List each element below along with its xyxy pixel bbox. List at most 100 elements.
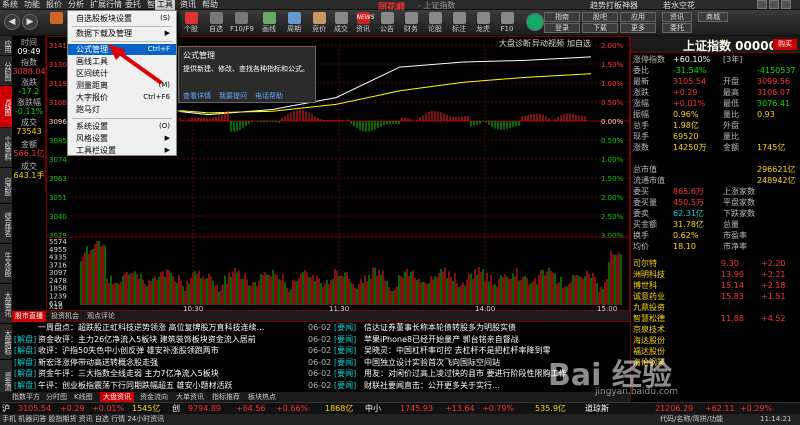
news-text: 中国独立设计实验首次飞向国际空间站	[364, 357, 500, 368]
news-row[interactable]: [解盘] 资金收评：主力26亿净流入5板块 建筑装饰板块资金流入居前 06-02 [要…	[12, 334, 630, 345]
diagnose-link[interactable]: 大盘诊断	[499, 38, 531, 49]
rbtn-3[interactable]: 登录	[544, 23, 580, 33]
tooltip-link-ask[interactable]: 我要提问	[219, 91, 247, 101]
smart-icon[interactable]	[526, 13, 544, 31]
toolbar-finance[interactable]: 财务	[400, 12, 422, 34]
sidebar-tab-active[interactable]: K线图	[0, 86, 12, 128]
menu-news[interactable]: 资讯	[180, 0, 196, 10]
toolbar-forum[interactable]: 论股	[424, 12, 446, 34]
buy-button[interactable]: 购买	[773, 39, 797, 50]
news-row[interactable]: 一周盘点：超跌股正虹科技逆势领涨 高位复牌股万直科技连续… 06-02 [要闻] 信达…	[12, 322, 630, 333]
news-row[interactable]: [解盘] 午评：创业板指震荡下行同期跌幅超五 雄安小题材活跃 06-02 [要闻] 财联…	[12, 380, 630, 391]
info-tab-live[interactable]: 股市直播	[12, 311, 46, 322]
menu-extended[interactable]: 扩展行情	[90, 0, 122, 10]
stock-row[interactable]: 博世科 15.14 +2.18	[631, 280, 800, 291]
btab[interactable]: 资金流向	[140, 392, 168, 402]
sidebar-tab[interactable]: 牛叉诊股	[0, 244, 12, 284]
menu-function[interactable]: 功能	[24, 0, 40, 10]
rbtn-8[interactable]: 商城	[698, 12, 728, 22]
toolbar-period[interactable]: 周期	[283, 12, 305, 34]
pct-value: -0.11%	[12, 107, 46, 116]
stock-row[interactable]: 京泉技术	[631, 324, 800, 335]
stock-row[interactable]: 智慧松德 11.88 +4.52	[631, 313, 800, 324]
menu-system[interactable]: 系统	[2, 0, 18, 10]
stock-row[interactable]: 诚意药业 15.83 +1.51	[631, 291, 800, 302]
info-tab-opinion[interactable]: 观点评论	[84, 311, 118, 322]
back-icon[interactable]: ◀	[4, 14, 20, 30]
menu-item-range[interactable]: 区间统计	[68, 68, 176, 79]
menu-item-watchlist[interactable]: 自选股板块设置 (S)	[68, 13, 176, 24]
toolbar-notice[interactable]: 公告	[376, 12, 398, 34]
menu-item-draw[interactable]: 画线工具	[68, 56, 176, 67]
btab[interactable]: 大单资讯	[176, 392, 204, 402]
menu-trade[interactable]: 委托	[125, 0, 141, 10]
btab[interactable]: 指标推荐	[212, 392, 240, 402]
sidebar-tab[interactable]: 分时图	[0, 56, 12, 86]
toolbar-news[interactable]: NEWS 资讯	[352, 12, 374, 34]
menu-help[interactable]: 帮助	[202, 0, 218, 10]
close-icon[interactable]	[781, 0, 791, 9]
menu-item-marquee[interactable]: 跑马灯	[68, 104, 176, 115]
rbtn-1[interactable]: 股吧	[582, 12, 618, 22]
sidebar-tab[interactable]: 大盘资讯	[0, 284, 12, 324]
quote-cell: 总市值	[633, 164, 657, 175]
menu-item-toolbar[interactable]: 工具栏设置 ▶	[68, 145, 176, 156]
toolbar-home[interactable]	[45, 12, 67, 34]
news-text: 06-02	[308, 380, 331, 391]
menu-quote[interactable]: 报价	[46, 0, 62, 10]
news-row[interactable]: [解盘] 收评：沪指50失色中小创反弹 雄安补涨股领跑两市 06-02 [要闻] 吴晓灵…	[12, 345, 630, 356]
status-shortcuts[interactable]: 手机 机器问答 股指期货 资讯 自选 行情 24小时资讯	[2, 414, 164, 425]
toolbar-auction[interactable]: 竞价	[308, 12, 330, 34]
menu-tools[interactable]: 工具	[155, 0, 175, 10]
menu-item-formula[interactable]: 公式管理 Ctrl+F	[68, 44, 176, 55]
toolbar-mark[interactable]: 标注	[448, 12, 470, 34]
quote-cell: 69520	[673, 131, 698, 142]
news-row[interactable]: [解盘] 新宏泽涨停带动高送转概念股走强 06-02 [要闻] 中国独立设计实验首次飞向…	[12, 357, 630, 368]
rbtn-2[interactable]: 应用	[620, 12, 656, 22]
btab[interactable]: K线图	[74, 392, 93, 402]
tooltip-link-phone[interactable]: 电话帮助	[255, 91, 283, 101]
sidebar-tab[interactable]: 综合排名	[0, 204, 12, 244]
toolbar-kline[interactable]: 个股	[180, 12, 202, 34]
forward-icon[interactable]: ▶	[22, 14, 38, 30]
btab[interactable]: 板块热点	[248, 392, 276, 402]
maximize-icon[interactable]	[769, 0, 779, 9]
btab[interactable]: 分时图	[46, 392, 67, 402]
rbtn-5[interactable]: 更多	[620, 23, 656, 33]
toolbar-dragon[interactable]: 龙虎	[472, 12, 494, 34]
toolbar-trade[interactable]: 成交	[330, 12, 352, 34]
tooltip-link-detail[interactable]: 查看详情	[183, 91, 211, 101]
rbtn-6[interactable]: 资讯	[662, 12, 692, 22]
menu-analysis[interactable]: 分析	[68, 0, 84, 10]
news-row[interactable]: [解盘] 资金午评：三大指数全线走弱 主力7亿净流入5板块 06-02 [要闻] 用友：…	[12, 368, 630, 379]
info-tab-chance[interactable]: 投资机会	[48, 311, 82, 322]
quote-cell: 296621亿	[757, 164, 796, 175]
sidebar-tab[interactable]: 大盘指标	[0, 324, 12, 360]
sidebar-tab[interactable]: 应用	[0, 36, 12, 56]
sidebar-tab[interactable]: 自选股	[0, 168, 12, 204]
toolbar-f10[interactable]: F10/F9	[230, 12, 252, 34]
quote-cell: 0.93	[757, 109, 775, 120]
menu-item-style[interactable]: 风格设置 ▶	[68, 133, 176, 144]
rbtn-4[interactable]: 下载	[582, 23, 618, 33]
btab-active[interactable]: 大盘资讯	[100, 392, 134, 402]
toolbar-draw[interactable]: 画线	[258, 12, 280, 34]
menu-item-settings[interactable]: 系统设置 (O)	[68, 121, 176, 132]
add-watch-link[interactable]: 加自选	[567, 38, 591, 49]
minimize-icon[interactable]	[757, 0, 767, 9]
menu-item-bigquote[interactable]: 大字报价 Ctrl+F6	[68, 92, 176, 103]
rbtn-0[interactable]: 指南	[544, 12, 580, 22]
code-search-input[interactable]: 代码/名称/简拼/功能	[660, 414, 723, 425]
stock-row[interactable]: 海达股份	[631, 335, 800, 346]
stock-row[interactable]: 九鼎投资	[631, 302, 800, 313]
toolbar-btn-2[interactable]: 自选	[205, 12, 227, 34]
video-link[interactable]: 异动视频	[532, 38, 564, 49]
rbtn-7[interactable]: 委托	[662, 23, 692, 33]
stock-row[interactable]: 洲明科技 13.90 +2.21	[631, 269, 800, 280]
stock-row[interactable]: 司尔特 9.30 +2.20	[631, 258, 800, 269]
toolbar-f10b[interactable]: F10	[496, 12, 518, 34]
menu-item-data[interactable]: 数据下载及管理 ▶	[68, 28, 176, 39]
btab[interactable]: 指数平方	[12, 392, 40, 402]
sidebar-tab[interactable]: 个股资料	[0, 128, 12, 168]
menu-item-measure[interactable]: 测量距离 (M)	[68, 80, 176, 91]
